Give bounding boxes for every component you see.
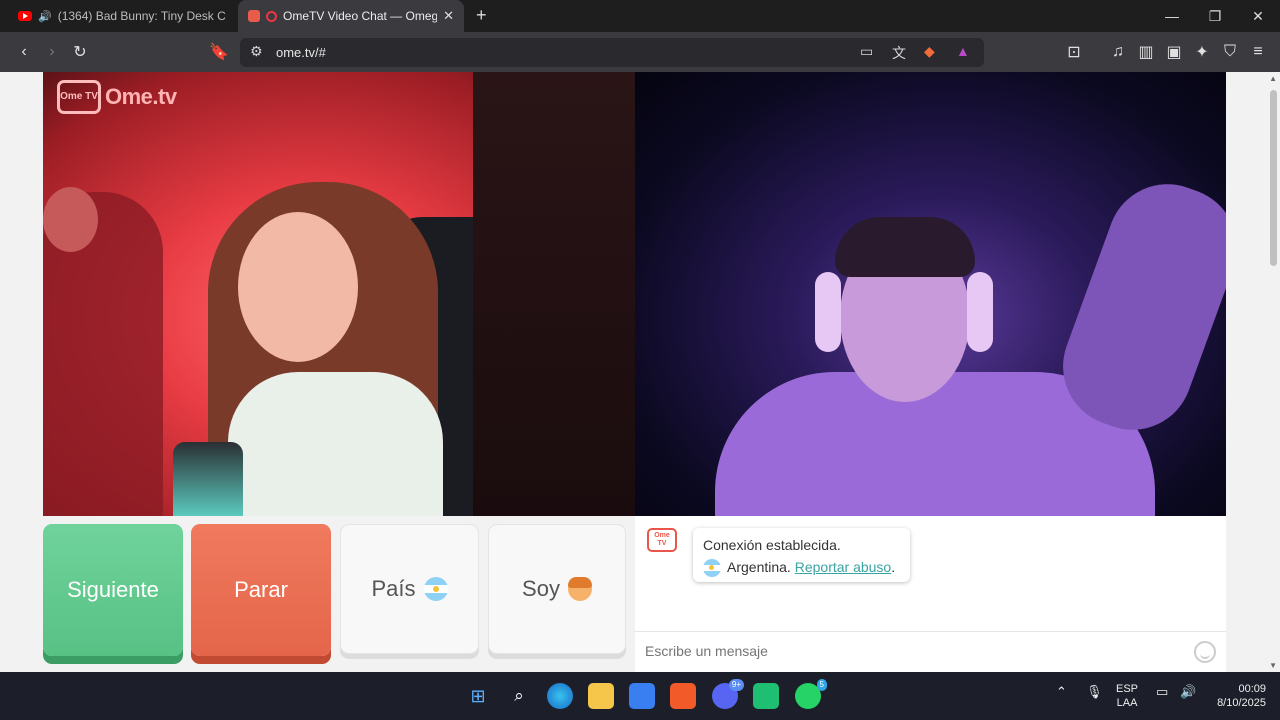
scroll-thumb[interactable] [1270, 90, 1277, 266]
back-icon[interactable]: ‹ [12, 40, 36, 64]
speaker-icon[interactable]: 🔊 [38, 10, 52, 23]
headphone-left-shape [815, 272, 841, 352]
bookmark-icon[interactable]: 🔖 [207, 40, 231, 64]
close-tab-icon[interactable]: ✕ [443, 8, 454, 24]
message-bar [635, 631, 1226, 672]
argentina-flag-icon [703, 559, 721, 578]
ometv-page: Ome TV Ome.tv Siguiente Parar País Soy O… [0, 72, 1280, 672]
tab-bar: 🔊 (1364) Bad Bunny: Tiny Desk Con OmeTV … [0, 0, 1280, 32]
microphone-icon[interactable]: 🎙 [1086, 685, 1103, 699]
brave-rewards-icon[interactable]: ▲ [956, 43, 970, 59]
discord-icon[interactable]: 9+ [712, 679, 744, 709]
tab-youtube[interactable]: 🔊 (1364) Bad Bunny: Tiny Desk Con [8, 0, 236, 32]
shirt-shape [228, 372, 443, 516]
ometv-logo[interactable]: Ome TV Ome.tv [57, 80, 177, 114]
remote-hair-shape [835, 217, 975, 277]
partner-country-text: Argentina. [727, 559, 791, 575]
connection-status-text: Conexión establecida. [703, 537, 841, 553]
new-tab-button[interactable]: + [476, 5, 487, 26]
page-scrollbar[interactable]: ▲ ▼ [1266, 72, 1280, 672]
site-settings-icon[interactable]: ⚙ [250, 43, 263, 60]
language-variant: LAA [1116, 697, 1138, 709]
recording-icon [266, 10, 277, 22]
face-shape [238, 212, 358, 362]
report-abuse-link[interactable]: Reportar abuso [795, 559, 892, 575]
brave-icon[interactable] [670, 683, 696, 709]
country-filter-button[interactable]: País [340, 524, 479, 654]
next-button[interactable]: Siguiente [43, 524, 183, 656]
search-icon[interactable]: ⌕ [506, 683, 532, 709]
brave-shields-icon[interactable]: ◆ [924, 43, 935, 60]
clock[interactable]: 00:09 8/10/2025 [1210, 682, 1266, 710]
minimize-button[interactable]: — [1150, 0, 1194, 32]
system-message: Conexión establecida. Argentina. Reporta… [693, 528, 910, 582]
maximize-button[interactable]: ❐ [1193, 0, 1237, 32]
scroll-up-icon[interactable]: ▲ [1269, 74, 1277, 83]
partner-country-line: Argentina. Reportar abuso. [703, 556, 900, 578]
tray-chevron-icon[interactable]: ⌃ [1056, 685, 1067, 699]
menu-icon[interactable]: ≡ [1246, 40, 1270, 64]
local-video: Ome TV Ome.tv [43, 72, 635, 516]
file-explorer-icon[interactable] [588, 683, 614, 709]
stop-button[interactable]: Parar [191, 524, 331, 656]
window-shape [473, 72, 635, 516]
stop-button-label: Parar [234, 577, 288, 602]
chat-panel: Ome TV Conexión establecida. Argentina. … [635, 516, 1226, 672]
start-icon[interactable]: ⊞ [465, 683, 491, 709]
leo-ai-icon[interactable]: ✦ [1190, 40, 1214, 64]
tab-title: (1364) Bad Bunny: Tiny Desk Con [57, 9, 226, 23]
clock-time: 00:09 [1238, 683, 1266, 695]
address-bar[interactable]: ⚙ ome.tv/# ▭ 文 ◆ ▲ [240, 38, 984, 67]
edge-icon[interactable] [547, 683, 573, 709]
browser-toolbar: ‹ › ↻ 🔖 ⚙ ome.tv/# ▭ 文 ◆ ▲ ⊡ ♫ ▥ ▣ ✦ ⛉ ≡ [0, 32, 1280, 72]
tab-ometv[interactable]: OmeTV Video Chat — Omeg ✕ [238, 0, 464, 32]
male-avatar-icon [567, 577, 592, 601]
ometv-logo-text: Ome.tv [105, 84, 177, 109]
country-filter-label: País [371, 576, 416, 601]
wallet-icon[interactable]: ▣ [1162, 40, 1186, 64]
remote-video [635, 72, 1226, 516]
whatsapp-badge: 5 [816, 679, 827, 691]
report-suffix: . [891, 559, 896, 575]
cast-icon[interactable]: ▭ [860, 43, 873, 60]
language-indicator[interactable]: ESP LAA [1116, 682, 1138, 710]
store-icon[interactable] [629, 683, 655, 709]
url-text[interactable]: ome.tv/# [276, 45, 326, 60]
clock-date: 8/10/2025 [1217, 697, 1266, 709]
background-head-shape [43, 187, 98, 252]
vpn-icon[interactable]: ⛉ [1218, 40, 1242, 64]
bottle-shape [173, 442, 243, 516]
whatsapp-icon[interactable]: 5 [795, 679, 827, 709]
scroll-down-icon[interactable]: ▼ [1269, 661, 1277, 670]
network-icon[interactable]: ▭ [1156, 685, 1168, 699]
screenshot-icon[interactable]: ⊡ [1062, 40, 1086, 64]
emoji-icon[interactable] [1194, 641, 1216, 663]
language-code: ESP [1116, 683, 1139, 695]
tab-title: OmeTV Video Chat — Omeg [283, 9, 438, 23]
argentina-flag-icon [423, 577, 448, 601]
taskbar: ⊞ ⌕ 9+ 5 ⌃ 🎙 ESP LAA ▭ 🔊 00:09 8/10/2025 [0, 672, 1280, 720]
reload-icon[interactable]: ↻ [68, 40, 92, 64]
sidebar-icon[interactable]: ▥ [1134, 40, 1158, 64]
forward-icon[interactable]: › [40, 40, 64, 64]
ometv-chat-logo-icon: Ome TV [647, 528, 677, 552]
translate-icon[interactable]: 文 [892, 43, 906, 63]
discord-badge: 9+ [728, 679, 744, 691]
app-icon[interactable] [753, 683, 779, 709]
youtube-icon [18, 11, 32, 21]
headphone-right-shape [967, 272, 993, 352]
music-icon[interactable]: ♫ [1106, 40, 1130, 64]
gender-select-label: Soy [522, 576, 560, 601]
ometv-favicon-icon [248, 10, 260, 22]
close-window-button[interactable]: ✕ [1236, 0, 1280, 32]
gender-select-button[interactable]: Soy [488, 524, 626, 654]
message-input[interactable] [645, 643, 1145, 659]
ometv-logo-icon: Ome TV [57, 80, 101, 114]
next-button-label: Siguiente [67, 577, 159, 602]
volume-icon[interactable]: 🔊 [1180, 685, 1196, 699]
